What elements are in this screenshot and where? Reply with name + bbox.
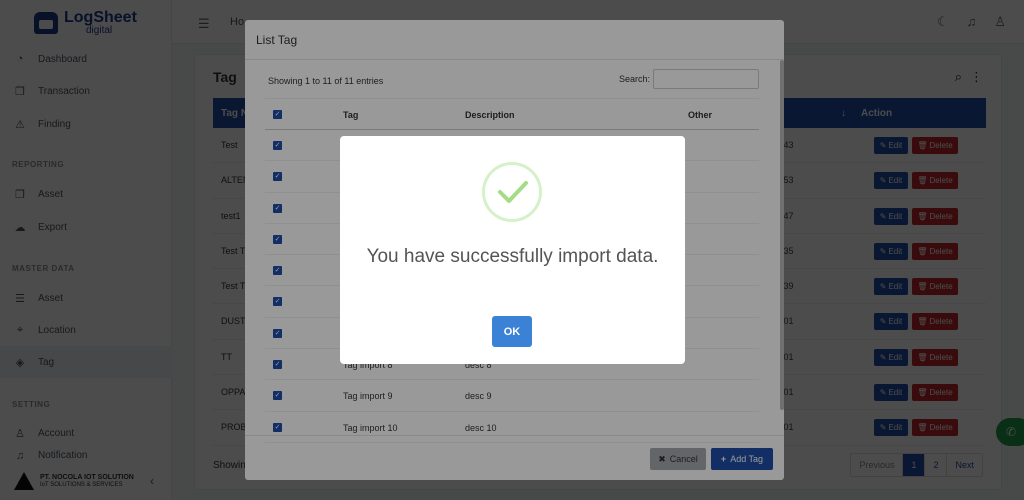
success-dialog: You have successfully import data. OK [340, 136, 685, 364]
success-message: You have successfully import data. [366, 246, 659, 267]
success-check-icon [482, 162, 542, 222]
ok-button[interactable]: OK [492, 316, 532, 347]
